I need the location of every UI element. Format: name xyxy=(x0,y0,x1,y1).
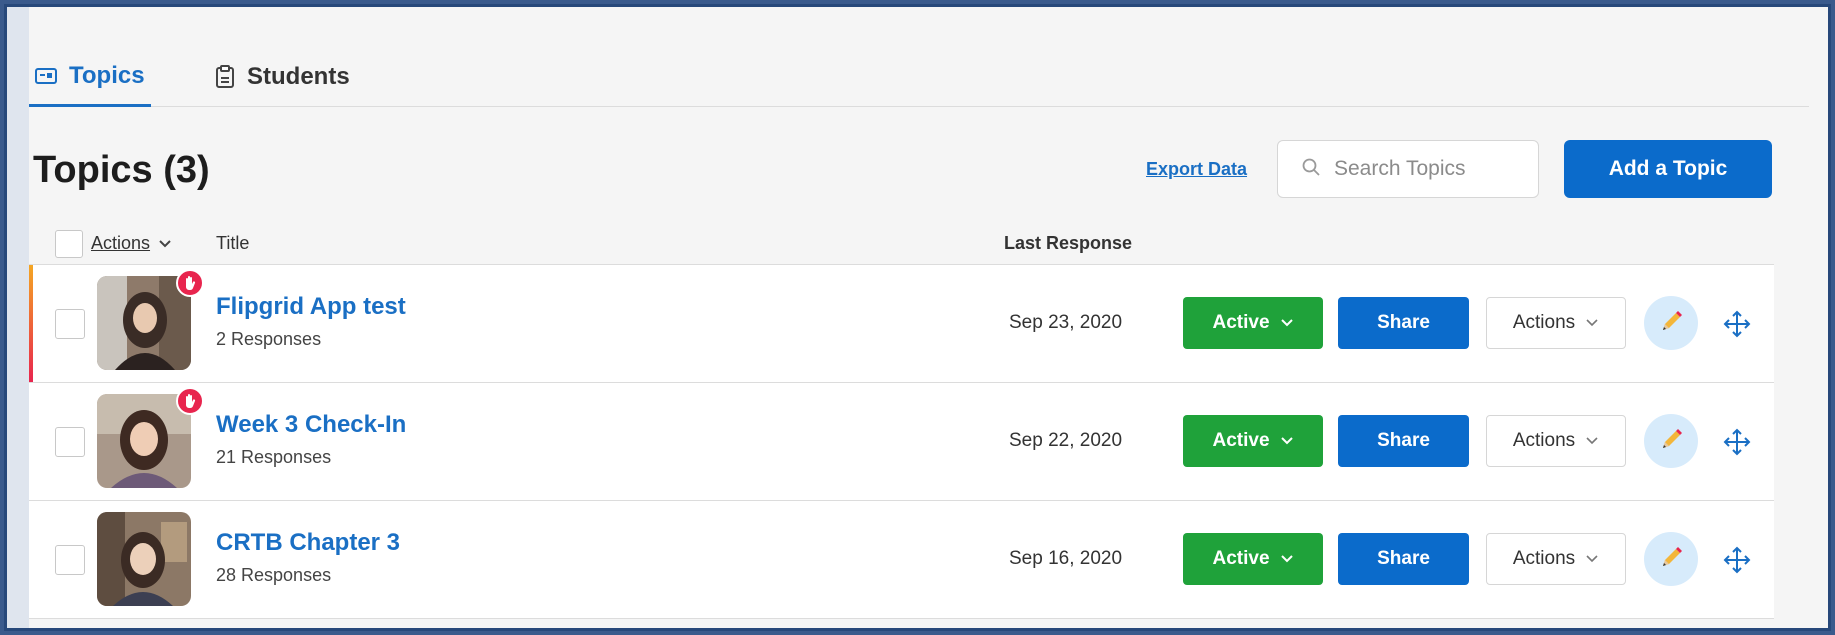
topic-response-count: 21 Responses xyxy=(216,447,332,467)
pencil-icon xyxy=(1657,426,1685,457)
status-label: Active xyxy=(1212,312,1270,333)
topic-response-count: 2 Responses xyxy=(216,329,322,349)
chevron-down-icon xyxy=(1585,548,1599,570)
share-button[interactable]: Share xyxy=(1338,297,1469,349)
topic-last-response-date: Sep 22, 2020 xyxy=(1009,430,1123,451)
row-actions-dropdown[interactable]: Actions xyxy=(1486,533,1626,585)
search-box[interactable] xyxy=(1277,140,1539,198)
left-edge-strip xyxy=(7,7,29,628)
chevron-down-icon xyxy=(1280,548,1294,570)
pencil-icon xyxy=(1657,544,1685,575)
search-input[interactable] xyxy=(1334,157,1534,181)
select-all-checkbox[interactable] xyxy=(55,230,83,258)
row-actions-label: Actions xyxy=(1512,312,1576,333)
chevron-down-icon xyxy=(1280,312,1294,334)
row-actions-dropdown[interactable]: Actions xyxy=(1486,415,1626,467)
row-checkbox[interactable] xyxy=(55,545,85,575)
share-button[interactable]: Share xyxy=(1338,533,1469,585)
tab-topics-label: Topics xyxy=(69,61,145,89)
tab-students-label: Students xyxy=(247,63,350,90)
status-label: Active xyxy=(1212,548,1270,569)
search-icon xyxy=(1302,158,1320,181)
page-title: Topics (3) xyxy=(33,149,210,191)
column-header: Actions Title Last Response xyxy=(29,225,1774,265)
drag-move-icon[interactable] xyxy=(1722,309,1752,339)
share-button[interactable]: Share xyxy=(1338,415,1469,467)
chevron-down-icon xyxy=(158,233,172,254)
topic-thumbnail[interactable] xyxy=(97,512,191,606)
topic-title-link[interactable]: Week 3 Check-In xyxy=(216,411,406,439)
hand-badge-icon xyxy=(176,269,204,297)
chevron-down-icon xyxy=(1280,430,1294,452)
topic-title-link[interactable]: Flipgrid App test xyxy=(216,293,406,321)
row-checkbox[interactable] xyxy=(55,427,85,457)
bulk-actions-dropdown[interactable]: Actions xyxy=(91,233,172,254)
topics-card-icon xyxy=(35,67,57,85)
row-highlight-bar xyxy=(29,265,33,382)
add-topic-button[interactable]: Add a Topic xyxy=(1564,140,1772,198)
tab-topics[interactable]: Topics xyxy=(29,47,151,107)
chevron-down-icon xyxy=(1585,430,1599,452)
chevron-down-icon xyxy=(1585,312,1599,334)
edit-button[interactable] xyxy=(1644,414,1698,468)
drag-move-icon[interactable] xyxy=(1722,545,1752,575)
pencil-icon xyxy=(1657,308,1685,339)
status-label: Active xyxy=(1212,430,1270,451)
row-actions-dropdown[interactable]: Actions xyxy=(1486,297,1626,349)
tab-bar: Topics Students xyxy=(29,47,1809,107)
export-data-link[interactable]: Export Data xyxy=(1146,159,1247,180)
topic-last-response-date: Sep 23, 2020 xyxy=(1009,312,1123,333)
topic-thumbnail[interactable] xyxy=(97,276,191,370)
row-actions-label: Actions xyxy=(1512,430,1576,451)
tab-students[interactable]: Students xyxy=(215,47,350,107)
column-title: Title xyxy=(216,233,250,253)
edit-button[interactable] xyxy=(1644,296,1698,350)
column-last-response: Last Response xyxy=(1004,233,1133,253)
topic-last-response-date: Sep 16, 2020 xyxy=(1009,548,1123,569)
row-actions-label: Actions xyxy=(1512,548,1576,569)
hand-badge-icon xyxy=(176,387,204,415)
clipboard-icon xyxy=(215,65,235,89)
status-dropdown-button[interactable]: Active xyxy=(1183,533,1323,585)
window-frame: Topics Students Topics (3) Export Data A… xyxy=(4,4,1831,631)
edit-button[interactable] xyxy=(1644,532,1698,586)
table-row: CRTB Chapter 3 28 Responses Sep 16, 2020… xyxy=(29,501,1774,619)
topic-title-link[interactable]: CRTB Chapter 3 xyxy=(216,529,400,557)
status-dropdown-button[interactable]: Active xyxy=(1183,297,1323,349)
topics-page: Topics Students Topics (3) Export Data A… xyxy=(29,7,1828,628)
row-checkbox[interactable] xyxy=(55,309,85,339)
status-dropdown-button[interactable]: Active xyxy=(1183,415,1323,467)
drag-move-icon[interactable] xyxy=(1722,427,1752,457)
topic-response-count: 28 Responses xyxy=(216,565,332,585)
table-row: Flipgrid App test 2 Responses Sep 23, 20… xyxy=(29,265,1774,383)
topic-thumbnail[interactable] xyxy=(97,394,191,488)
table-row: Week 3 Check-In 21 Responses Sep 22, 202… xyxy=(29,383,1774,501)
bulk-actions-label: Actions xyxy=(91,233,151,253)
